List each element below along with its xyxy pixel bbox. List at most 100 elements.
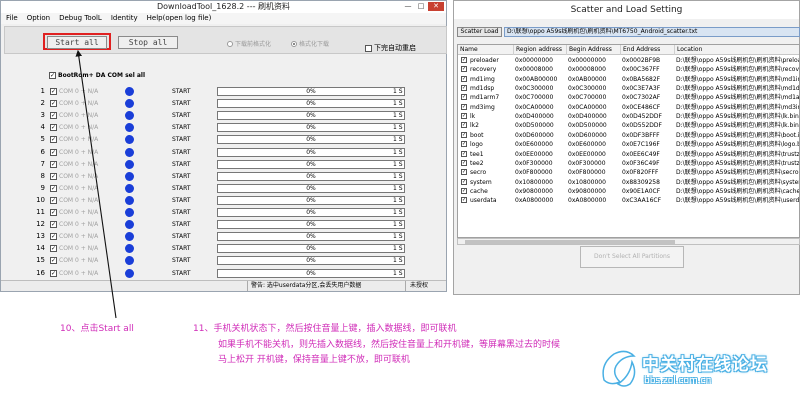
partition-location[interactable]: D:\联想\oppo A59s线刷机包\刷机资料\md1img (676, 75, 799, 84)
bootrom-sel-all-checkbox[interactable]: ✓ (49, 72, 56, 79)
partition-location[interactable]: D:\联想\oppo A59s线刷机包\刷机资料\boot.img (676, 131, 799, 140)
partition-location[interactable]: D:\联想\oppo A59s线刷机包\刷机资料\cache (676, 187, 799, 196)
port-checkbox[interactable]: ✓ (50, 245, 57, 253)
menu-file[interactable]: File (6, 13, 18, 24)
port-checkbox[interactable]: ✓ (50, 184, 57, 192)
minimize-button[interactable]: — (402, 2, 414, 11)
auto-reboot-label: 下完自动重启 (374, 44, 416, 52)
dont-select-all-partitions-button[interactable]: Don't Select All Partitions (580, 246, 684, 268)
port-elapsed-time: 1 S (393, 245, 403, 253)
partition-location[interactable]: D:\联想\oppo A59s线刷机包\刷机资料\preloader (676, 56, 799, 65)
partition-checkbox[interactable]: ✓ (461, 141, 467, 148)
partition-location[interactable]: D:\联想\oppo A59s线刷机包\刷机资料\secro.img (676, 168, 799, 177)
partition-location[interactable]: D:\联想\oppo A59s线刷机包\刷机资料\lk.bin (676, 121, 799, 130)
port-checkbox[interactable]: ✓ (50, 196, 57, 204)
table-row[interactable]: ✓ secro 0x0F800000 0x0F800000 0x0F820FFF D:\联… (458, 168, 799, 177)
radio-format-download[interactable] (291, 40, 297, 47)
scatter-path-field[interactable]: D:\联想\oppo A59s线刷机包\刷机资料\MT6750_Android_… (504, 27, 800, 37)
table-row[interactable]: ✓ tee2 0x0F300000 0x0F300000 0x0F36C49F D:\联想… (458, 159, 799, 168)
port-checkbox[interactable]: ✓ (50, 124, 57, 132)
port-checkbox[interactable]: ✓ (50, 269, 57, 277)
table-row[interactable]: ✓ tee1 0x0EE00000 0x0EE00000 0x0EE6C49F D:\联想… (458, 150, 799, 159)
col-end-address[interactable]: End Address (620, 45, 673, 55)
port-status-indicator (125, 232, 134, 242)
port-checkbox[interactable]: ✓ (50, 148, 57, 156)
partition-location[interactable]: D:\联想\oppo A59s线刷机包\刷机资料\trustzone (676, 159, 799, 168)
port-checkbox[interactable]: ✓ (50, 100, 57, 108)
port-checkbox[interactable]: ✓ (50, 221, 57, 229)
port-status-indicator (125, 208, 134, 217)
partition-checkbox[interactable]: ✓ (461, 159, 467, 166)
partition-checkbox[interactable]: ✓ (461, 178, 467, 185)
horizontal-scrollbar[interactable] (457, 238, 800, 245)
partition-checkbox[interactable]: ✓ (461, 94, 467, 101)
start-all-button[interactable]: Start all (47, 36, 107, 49)
menu-help[interactable]: Help(open log file) (147, 13, 212, 24)
scatter-load-button[interactable]: Scatter Load (457, 27, 502, 37)
partition-location[interactable]: D:\联想\oppo A59s线刷机包\刷机资料\logo.bin (676, 140, 799, 149)
maximize-button[interactable]: □ (415, 2, 427, 11)
scrollbar-thumb[interactable] (465, 240, 675, 244)
partition-checkbox[interactable]: ✓ (461, 57, 467, 63)
partition-checkbox[interactable]: ✓ (461, 169, 467, 176)
partition-location[interactable]: D:\联想\oppo A59s线刷机包\刷机资料\userdata (676, 196, 799, 205)
table-row[interactable]: ✓ cache 0x90800000 0x90800000 0x90E1A0CF D:\联… (458, 187, 799, 196)
partition-location[interactable]: D:\联想\oppo A59s线刷机包\刷机资料\recovery (676, 65, 799, 74)
partition-checkbox[interactable]: ✓ (461, 197, 467, 204)
table-row[interactable]: ✓ md1arm7 0x0C700000 0x0C700000 0x0C7302AF D:… (458, 93, 799, 102)
table-row[interactable]: ✓ lk 0x0D400000 0x0D400000 0x0D452DDF D:\联想\o… (458, 112, 799, 121)
port-checkbox[interactable]: ✓ (50, 88, 57, 95)
menu-option[interactable]: Option (27, 13, 50, 24)
partition-location[interactable]: D:\联想\oppo A59s线刷机包\刷机资料\md1dsp (676, 84, 799, 93)
partition-location[interactable]: D:\联想\oppo A59s线刷机包\刷机资料\system (676, 178, 799, 187)
table-row[interactable]: ✓ md3img 0x0CA00000 0x0CA00000 0x0CE486CF D:\… (458, 103, 799, 112)
table-row[interactable]: ✓ recovery 0x00008000 0x00008000 0x00C367FF D… (458, 65, 799, 74)
partition-checkbox[interactable]: ✓ (461, 85, 467, 92)
close-button[interactable]: ✕ (428, 2, 444, 11)
col-begin-address[interactable]: Begin Address (566, 45, 619, 55)
port-checkbox[interactable]: ✓ (50, 233, 57, 241)
port-checkbox[interactable]: ✓ (50, 172, 57, 180)
partition-checkbox[interactable]: ✓ (461, 187, 467, 194)
col-region-address[interactable]: Region address (513, 45, 565, 55)
port-checkbox[interactable]: ✓ (50, 136, 57, 144)
partition-checkbox[interactable]: ✓ (461, 150, 467, 157)
port-checkbox[interactable]: ✓ (50, 209, 57, 216)
port-checkbox[interactable]: ✓ (50, 257, 57, 265)
port-checkbox[interactable]: ✓ (50, 160, 57, 168)
partition-checkbox[interactable]: ✓ (461, 113, 467, 120)
partition-name: recovery (470, 66, 497, 74)
table-row[interactable]: ✓ lk2 0x0D500000 0x0D500000 0x0D552DDF D:\联想\… (458, 121, 799, 130)
table-row[interactable]: ✓ userdata 0xA0800000 0xA0800000 0xC3AA16CF D… (458, 196, 799, 205)
menu-debug-tool[interactable]: Debug ToolL (59, 13, 102, 24)
col-location[interactable]: Location (674, 45, 799, 55)
table-row[interactable]: ✓ md1dsp 0x0C300000 0x0C300000 0x0C3E7A3F D:\… (458, 84, 799, 93)
col-name[interactable]: Name (458, 45, 506, 55)
partition-checkbox[interactable]: ✓ (461, 122, 467, 129)
menu-identity[interactable]: Identity (111, 13, 138, 24)
table-row[interactable]: ✓ md1img 0x00AB00000 0x0AB00000 0x0BA5682F D:… (458, 75, 799, 84)
partition-checkbox[interactable]: ✓ (461, 131, 467, 138)
port-checkbox[interactable]: ✓ (50, 112, 57, 120)
port-number: 12 (36, 220, 45, 229)
auto-reboot-checkbox[interactable] (365, 44, 372, 52)
partition-checkbox[interactable]: ✓ (461, 75, 467, 82)
partition-checkbox[interactable]: ✓ (461, 66, 467, 73)
partition-location[interactable]: D:\联想\oppo A59s线刷机包\刷机资料\trustzone (676, 150, 799, 159)
region-address: 0x0EE00000 (515, 150, 553, 158)
partition-location[interactable]: D:\联想\oppo A59s线刷机包\刷机资料\md3img (676, 103, 799, 112)
stop-all-button[interactable]: Stop all (118, 36, 178, 49)
table-row[interactable]: ✓ preloader 0x00000000 0x00000000 0x0002BF9B… (458, 56, 799, 65)
table-row[interactable]: ✓ boot 0x0D600000 0x0D600000 0x0DF3BFFF D:\联想… (458, 131, 799, 140)
partition-checkbox[interactable]: ✓ (461, 103, 467, 110)
partition-location[interactable]: D:\联想\oppo A59s线刷机包\刷机资料\lk.bin (676, 112, 799, 121)
partition-location[interactable]: D:\联想\oppo A59s线刷机包\刷机资料\md1arm7 (676, 93, 799, 102)
port-number: 13 (36, 232, 45, 241)
format-download-option[interactable]: 格式化下载 (291, 39, 329, 48)
bootrom-sel-all[interactable]: ✓ BootRom+ DA COM sel all (49, 72, 145, 79)
auto-reboot-option[interactable]: 下完自动重启 (365, 43, 416, 53)
table-row[interactable]: ✓ system 0x10800000 0x10800000 0x88309258 D:\… (458, 178, 799, 187)
table-row[interactable]: ✓ logo 0x0E600000 0x0E600000 0x0E7C196F D:\联想… (458, 140, 799, 149)
format-before-download-option[interactable]: 下载前格式化 (227, 39, 271, 48)
radio-format-before-download[interactable] (227, 40, 233, 47)
